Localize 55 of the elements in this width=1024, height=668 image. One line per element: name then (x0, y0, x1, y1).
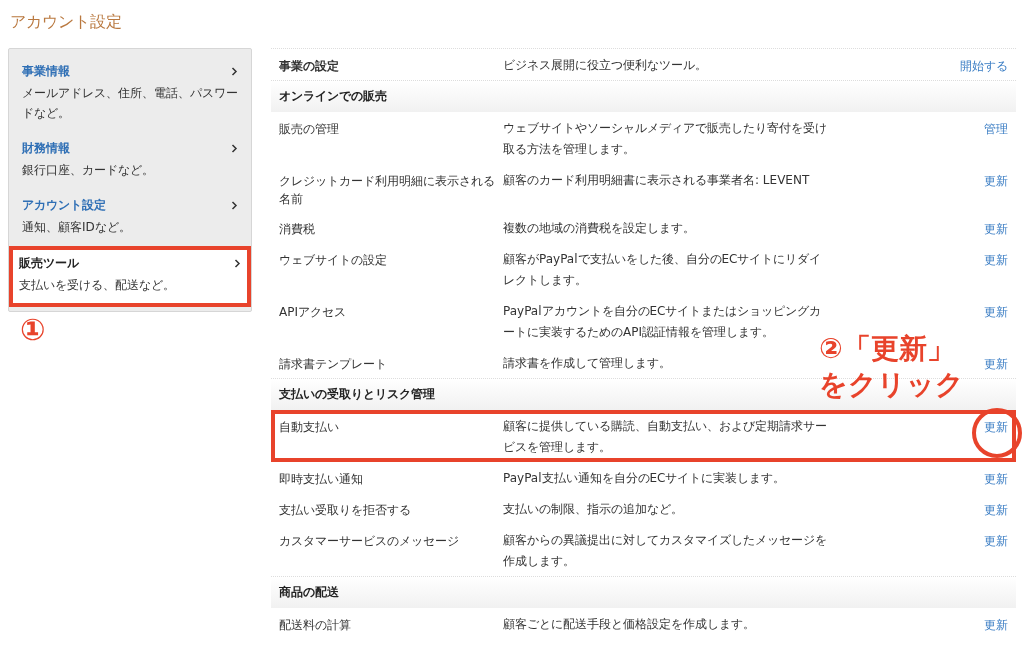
step-number: ① (20, 312, 46, 348)
setting-label: 即時支払い通知 (279, 471, 364, 488)
action-link[interactable]: 更新 (984, 304, 1008, 321)
chevron-icon (234, 259, 241, 268)
setting-description: 顧客のカード利用明細書に表示される事業者名: LEVENT (503, 172, 811, 189)
setting-description: PayPalアカウントを自分のECサイトまたはショッピングカートに実装するためのAPI認証情報を管理します。 (503, 303, 822, 339)
setting-description: 顧客がPayPalで支払いをした後、自分のECサイトにリダイレクトします。 (503, 251, 823, 289)
action-link[interactable]: 更新 (984, 617, 1008, 634)
sidebar-item-title: アカウント設定 (22, 197, 106, 214)
setting-label: 支払い受取りを拒否する (279, 502, 412, 519)
chevron-icon (231, 201, 238, 210)
sidebar-item-subtitle: 支払いを受ける、配送など。 (19, 277, 176, 294)
setting-label: 消費税 (279, 221, 316, 238)
action-link[interactable]: 開始する (960, 58, 1008, 75)
setting-description: PayPal支払い通知を自分のECサイトに実装します。 (503, 470, 787, 487)
setting-label: クレジットカード利用明細に表示される名前 (279, 173, 496, 208)
action-link[interactable]: 更新 (984, 471, 1008, 488)
setting-description: ウェブサイトやソーシャルメディアで販売したり寄付を受け取る方法を管理します。 (503, 120, 828, 158)
setting-label: 販売の管理 (279, 121, 340, 138)
action-link[interactable]: 更新 (984, 533, 1008, 550)
setting-label: APIアクセス (279, 304, 347, 321)
setting-description: ビジネス展開に役立つ便利なツール。 (503, 57, 708, 74)
setting-label: 自動支払い (279, 419, 340, 436)
page-title: アカウント設定 (10, 12, 123, 32)
sidebar-item[interactable]: 財務情報 銀行口座、カードなど。 (13, 132, 247, 189)
sidebar-item-subtitle: 通知、顧客IDなど。 (22, 219, 132, 236)
sidebar-item-title: 財務情報 (22, 140, 70, 157)
instruction-text: ②「更新」 をクリック (819, 331, 964, 403)
setting-description: 顧客ごとに配送手段と価格設定を作成します。 (503, 616, 756, 633)
setting-label: 事業の設定 (279, 58, 340, 75)
sidebar-item-title: 事業情報 (22, 63, 70, 80)
setting-description: 顧客に提供している購読、自動支払い、および定期請求サービスを管理します。 (503, 418, 828, 456)
setting-label: カスタマーサービスのメッセージ (279, 533, 460, 550)
chevron-icon (231, 67, 238, 76)
sidebar-item-subtitle: メールアドレス、住所、電話、パスワードなど。 (22, 85, 238, 122)
sidebar-item-subtitle: 銀行口座、カードなど。 (22, 162, 155, 179)
setting-description: 支払いの制限、指示の追加など。 (503, 501, 684, 518)
chevron-icon (231, 144, 238, 153)
setting-label: 配送料の計算 (279, 617, 352, 634)
sidebar-item[interactable]: 事業情報 メールアドレス、住所、電話、パスワードなど。 (13, 55, 247, 132)
action-link[interactable]: 更新 (984, 252, 1008, 269)
action-link[interactable]: 更新 (984, 173, 1008, 190)
setting-description: 複数の地域の消費税を設定します。 (503, 220, 696, 237)
sidebar-item-title: 販売ツール (19, 255, 79, 272)
setting-label: ウェブサイトの設定 (279, 252, 388, 269)
action-link[interactable]: 管理 (984, 121, 1008, 138)
setting-label: 請求書テンプレート (279, 356, 388, 373)
sidebar-item[interactable]: アカウント設定 通知、顧客IDなど。 (13, 189, 247, 246)
action-link[interactable]: 更新 (984, 221, 1008, 238)
action-link[interactable]: 更新 (984, 419, 1008, 436)
setting-description: 顧客からの異議提出に対してカスタマイズしたメッセージを作成します。 (503, 532, 828, 570)
action-link[interactable]: 更新 (984, 502, 1008, 519)
setting-description: 請求書を作成して管理します。 (503, 355, 672, 372)
action-link[interactable]: 更新 (984, 356, 1008, 373)
sidebar-item[interactable]: 販売ツール 支払いを受ける、配送など。 (9, 246, 251, 307)
